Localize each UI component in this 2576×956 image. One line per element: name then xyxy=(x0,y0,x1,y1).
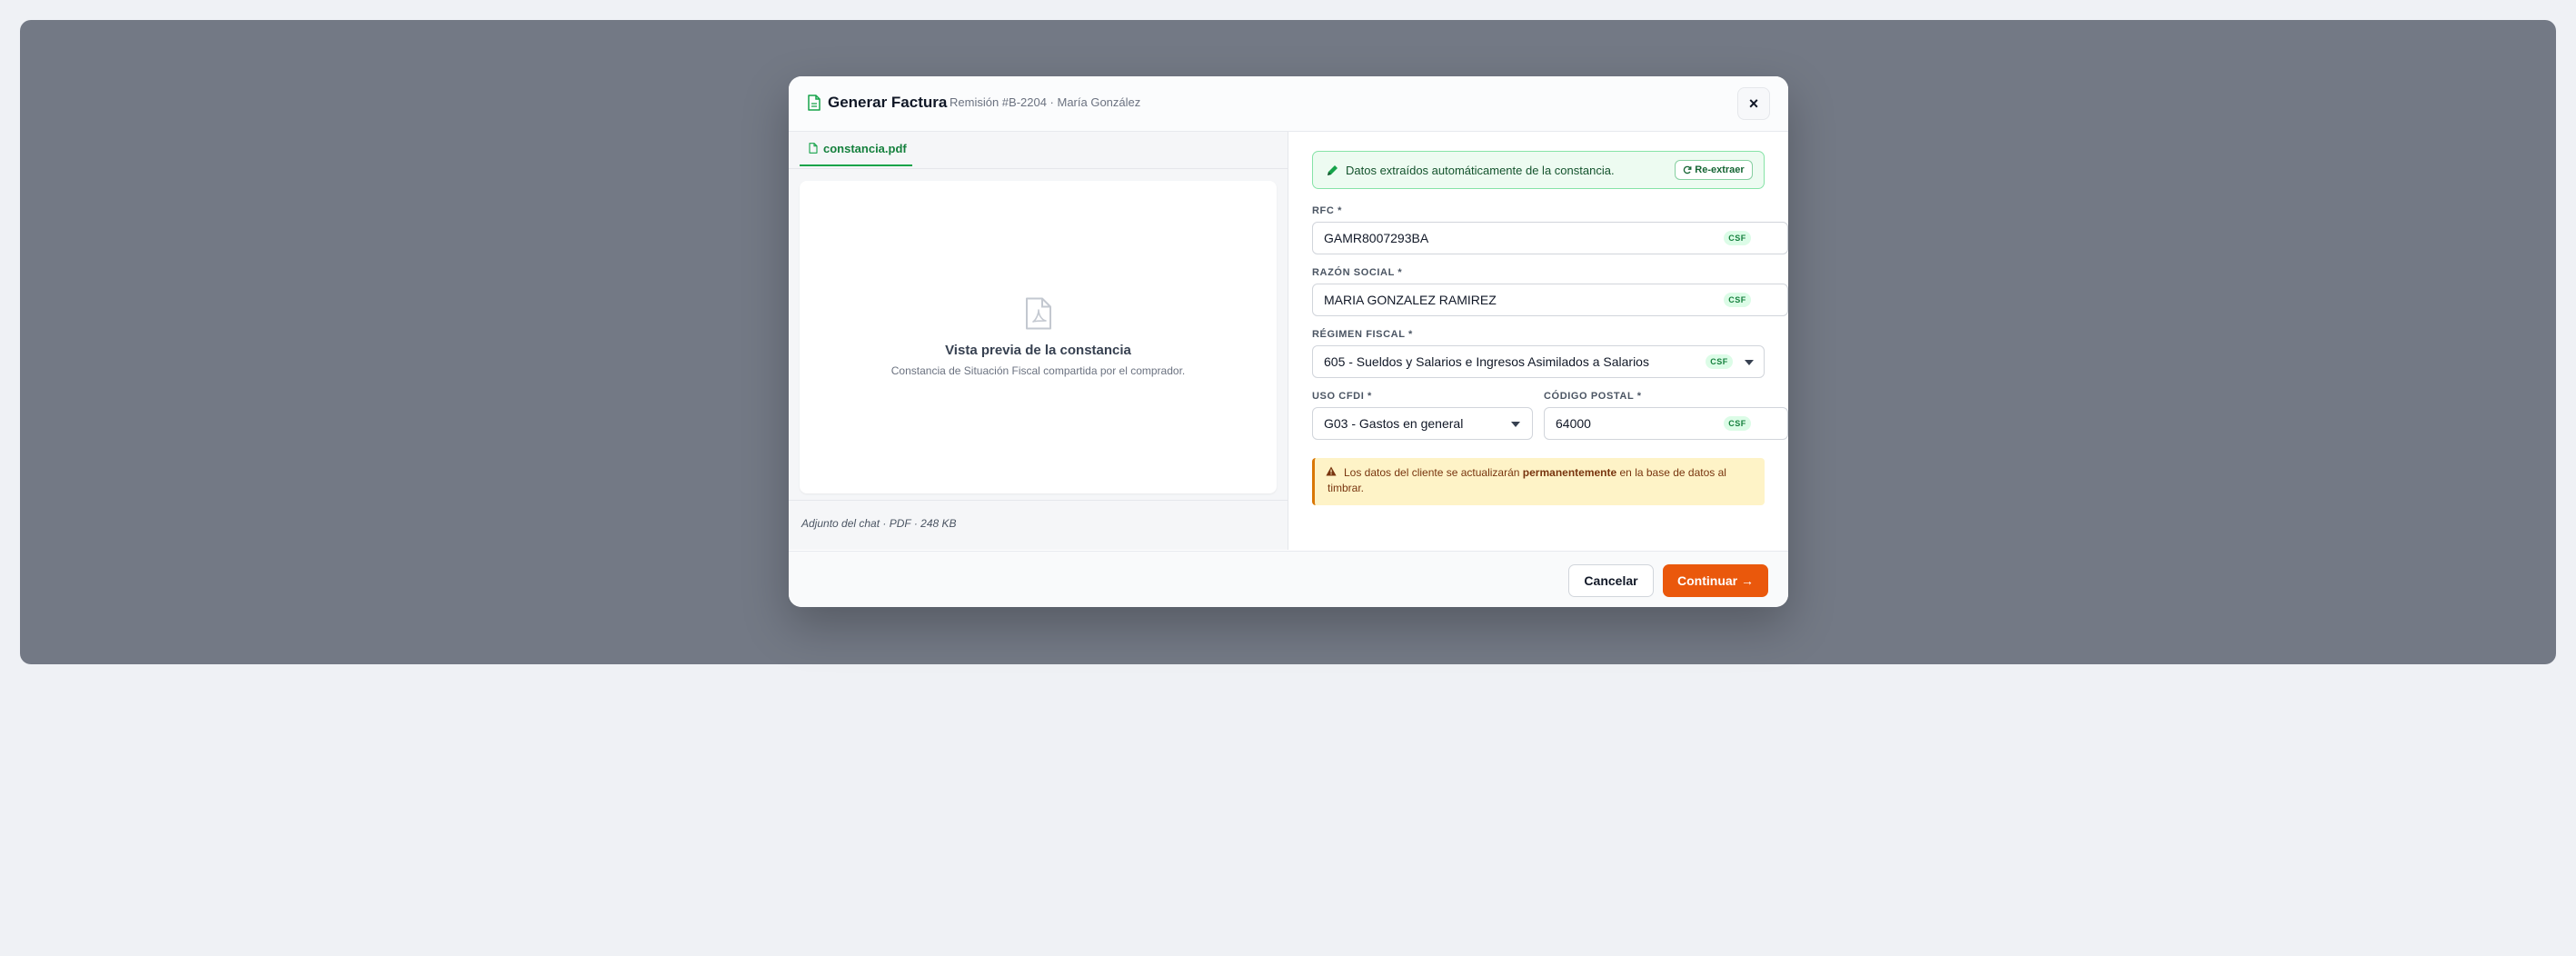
file-icon xyxy=(809,143,818,154)
update-warning-text: Los datos del cliente se actualizarán pe… xyxy=(1328,465,1755,496)
warning-text-before: Los datos del cliente se actualizarán xyxy=(1344,466,1523,479)
attachment-info: Adjunto del chat · PDF · 248 KB xyxy=(789,500,1288,551)
document-tabs: constancia.pdf xyxy=(789,132,1288,169)
csf-badge: CSF xyxy=(1724,416,1751,431)
csf-badge: CSF xyxy=(1724,293,1751,307)
document-icon xyxy=(808,95,821,111)
chevron-down-icon xyxy=(1511,422,1520,427)
codigo-postal-label: CÓDIGO POSTAL * xyxy=(1544,391,1642,402)
reextract-button[interactable]: Re-extraer xyxy=(1675,160,1753,180)
modal-title: Generar Factura xyxy=(828,94,948,111)
preview-subtitle: Constancia de Situación Fiscal compartid… xyxy=(890,364,1186,377)
generate-invoice-modal: Generar Factura Remisión #B-2204 · María… xyxy=(789,76,1788,607)
pdf-preview-card: Vista previa de la constancia Constancia… xyxy=(800,181,1277,493)
warning-text-bold: permanentemente xyxy=(1522,466,1617,479)
uso-cfdi-value: G03 - Gastos en general xyxy=(1324,416,1464,431)
tab-constancia-pdf[interactable]: constancia.pdf xyxy=(800,132,912,166)
continue-button[interactable]: Continuar → xyxy=(1663,564,1768,597)
razon-social-value: MARIA GONZALEZ RAMIREZ xyxy=(1324,293,1497,307)
codigo-postal-input[interactable]: 64000 CSF xyxy=(1544,407,1788,440)
reextract-label: Re-extraer xyxy=(1695,164,1745,175)
close-icon: × xyxy=(1748,94,1759,113)
csf-badge: CSF xyxy=(1724,231,1751,245)
tab-label: constancia.pdf xyxy=(823,141,907,155)
codigo-postal-value: 64000 xyxy=(1556,416,1591,431)
close-button[interactable]: × xyxy=(1737,87,1770,120)
cancel-button[interactable]: Cancelar xyxy=(1568,564,1654,597)
extraction-notice-text: Datos extraídos automáticamente de la co… xyxy=(1346,164,1615,177)
preview-title: Vista previa de la constancia xyxy=(945,343,1131,358)
regimen-fiscal-select[interactable]: 605 - Sueldos y Salarios e Ingresos Asim… xyxy=(1312,345,1765,378)
modal-subtitle: Remisión #B-2204 · María González xyxy=(950,95,1141,109)
document-preview-pane: constancia.pdf Vista previa de la consta… xyxy=(789,132,1288,550)
rfc-input[interactable]: GAMR8007293BA CSF xyxy=(1312,222,1788,254)
uso-cfdi-select[interactable]: G03 - Gastos en general xyxy=(1312,407,1533,440)
modal-header: Generar Factura Remisión #B-2204 · María… xyxy=(789,76,1788,132)
regimen-fiscal-value: 605 - Sueldos y Salarios e Ingresos Asim… xyxy=(1324,354,1649,369)
pencil-icon xyxy=(1328,165,1338,175)
update-warning: Los datos del cliente se actualizarán pe… xyxy=(1312,458,1765,505)
rfc-label: RFC * xyxy=(1312,205,1342,216)
attachment-info-text: Adjunto del chat · PDF · 248 KB xyxy=(801,517,957,530)
rfc-value: GAMR8007293BA xyxy=(1324,231,1429,245)
refresh-icon xyxy=(1684,165,1692,174)
regimen-fiscal-label: RÉGIMEN FISCAL * xyxy=(1312,329,1413,340)
razon-social-input[interactable]: MARIA GONZALEZ RAMIREZ CSF xyxy=(1312,284,1788,316)
modal-footer: Cancelar Continuar → xyxy=(789,551,1788,607)
csf-badge: CSF xyxy=(1706,354,1733,369)
invoice-form-pane: Datos extraídos automáticamente de la co… xyxy=(1288,132,1788,550)
chevron-down-icon xyxy=(1745,360,1754,365)
extraction-notice: Datos extraídos automáticamente de la co… xyxy=(1312,151,1765,189)
pdf-file-icon xyxy=(1026,297,1051,330)
uso-cfdi-label: USO CFDI * xyxy=(1312,391,1372,402)
razon-social-label: RAZÓN SOCIAL * xyxy=(1312,267,1403,278)
